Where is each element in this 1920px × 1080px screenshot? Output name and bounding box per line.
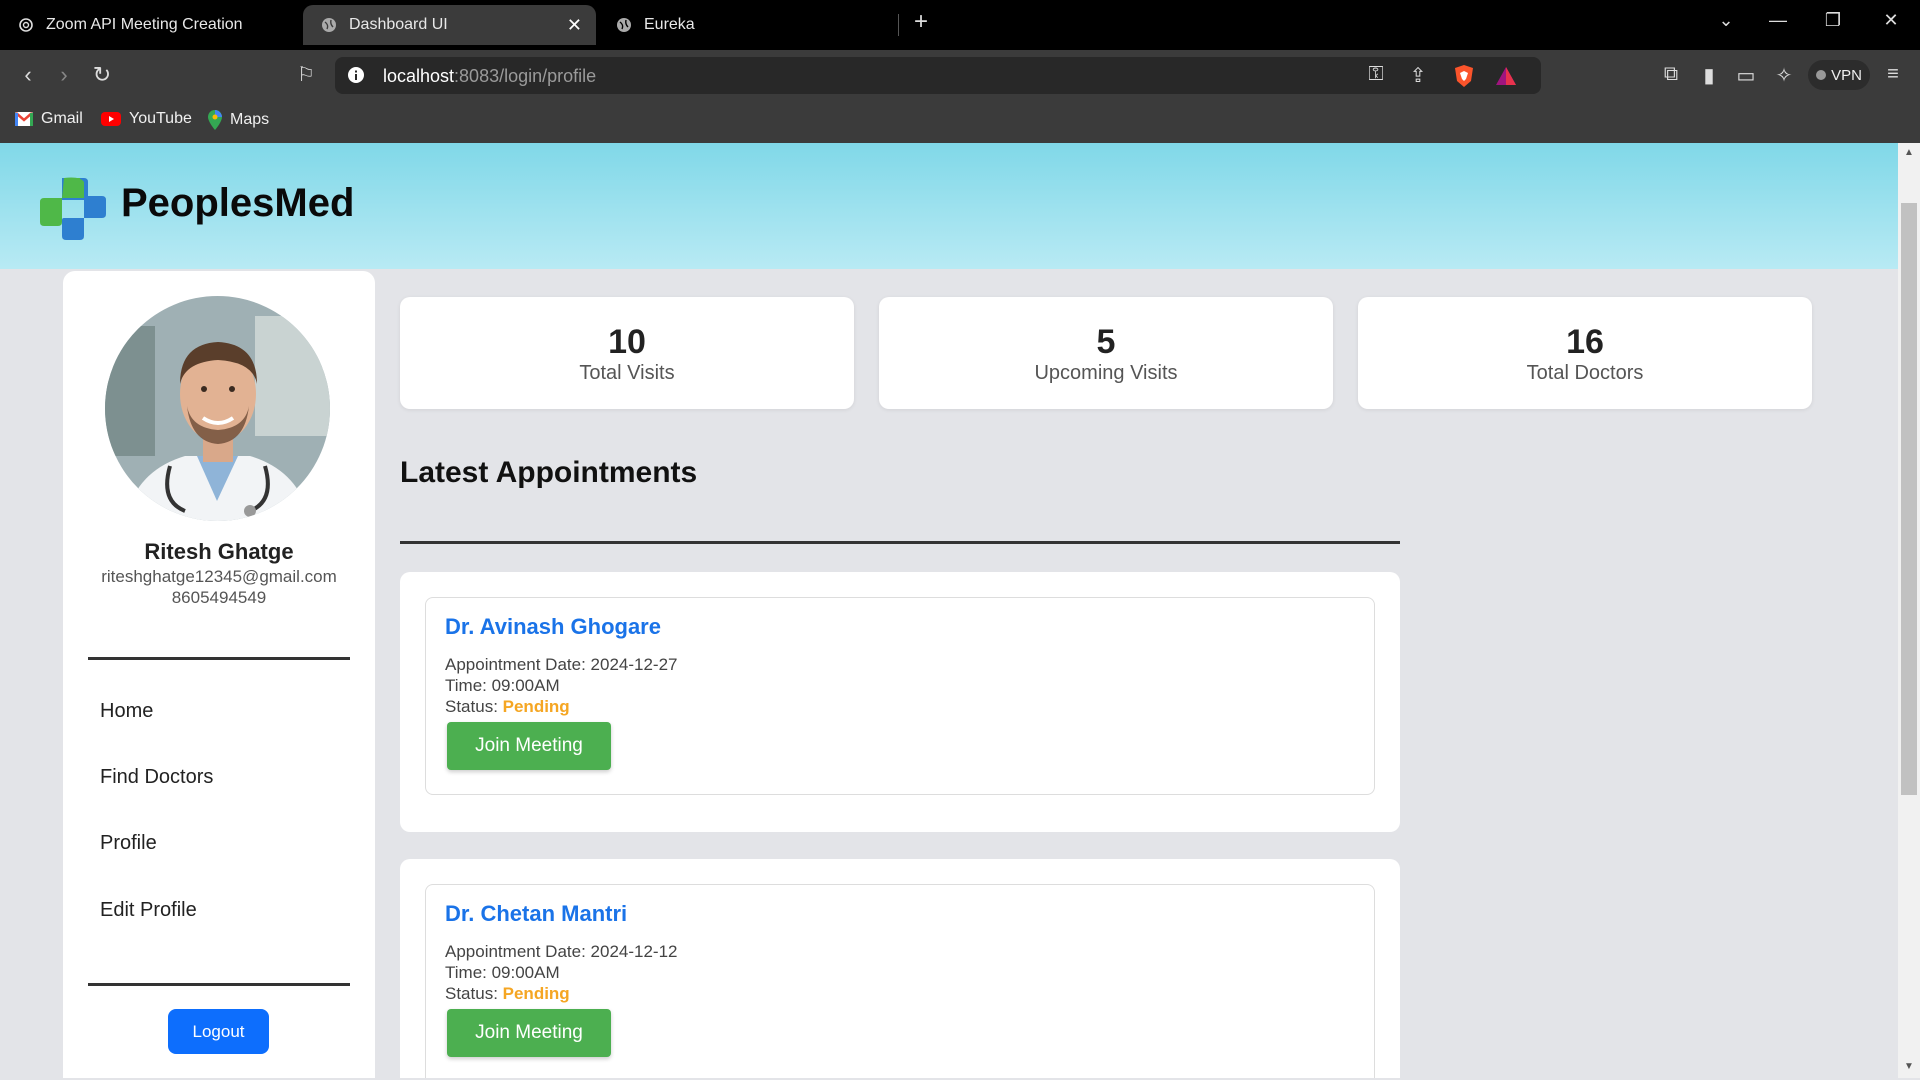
appointment-details: Dr. Chetan Mantri Appointment Date: 2024…	[425, 884, 1375, 1078]
stat-label: Total Visits	[579, 362, 675, 384]
doctor-name[interactable]: Dr. Chetan Mantri	[445, 901, 627, 927]
share-icon[interactable]: ⇪	[1405, 63, 1431, 88]
close-window-icon[interactable]: ✕	[1876, 10, 1906, 31]
tab-separator	[898, 14, 899, 36]
section-title: Latest Appointments	[400, 456, 698, 489]
join-meeting-button[interactable]: Join Meeting	[447, 1009, 611, 1057]
leo-ai-icon[interactable]: ✧	[1771, 63, 1797, 88]
doctor-name[interactable]: Dr. Avinash Ghogare	[445, 614, 661, 640]
url-host: localhost	[383, 66, 455, 86]
extensions-icon[interactable]: ⧉	[1658, 63, 1684, 86]
appointment-details: Dr. Avinash Ghogare Appointment Date: 20…	[425, 597, 1375, 795]
user-email: riteshghatge12345@gmail.com	[101, 567, 337, 586]
openai-icon	[19, 18, 33, 32]
sidebar-item-edit-profile[interactable]: Edit Profile	[100, 899, 197, 922]
section-divider	[400, 541, 1400, 544]
stat-value: 10	[608, 323, 646, 361]
bookmark-label: Gmail	[41, 110, 83, 127]
doctor-portrait-image	[105, 296, 330, 521]
tab-search-chevron-icon[interactable]: ⌄	[1711, 10, 1741, 31]
globe-icon	[617, 18, 631, 32]
appointment-date: Appointment Date: 2024-12-12	[445, 942, 678, 961]
scroll-up-arrow-icon[interactable]: ▲	[1898, 147, 1920, 158]
bookmark-label: YouTube	[129, 110, 192, 127]
reload-icon[interactable]: ↻	[88, 63, 116, 87]
tab-title: Dashboard UI	[349, 16, 448, 33]
scrollbar-thumb[interactable]	[1901, 203, 1917, 795]
bookmark-icon[interactable]: ⚐	[292, 63, 320, 87]
stat-label: Upcoming Visits	[1034, 362, 1178, 384]
address-bar[interactable]: localhost:8083/login/profile ⚿ ⇪	[335, 57, 1541, 94]
user-phone: 8605494549	[171, 588, 267, 607]
user-name: Ritesh Ghatge	[144, 539, 294, 564]
tab-eureka[interactable]: Eureka	[598, 5, 898, 45]
bookmark-gmail[interactable]: Gmail	[15, 110, 83, 128]
maps-icon	[208, 110, 222, 130]
tab-zoom-api[interactable]: Zoom API Meeting Creation	[0, 5, 300, 45]
new-tab-icon[interactable]: +	[906, 8, 936, 36]
page-viewport: PeoplesMed Ritesh Ghatge riteshghatge123…	[0, 143, 1898, 1078]
appointment-time: Time: 09:00AM	[445, 963, 560, 982]
status-label: Status:	[445, 697, 503, 716]
restore-icon[interactable]: ❐	[1818, 10, 1848, 31]
sidebar-item-home[interactable]: Home	[100, 700, 153, 723]
status-label: Status:	[445, 984, 503, 1003]
peoplesmed-logo-icon	[40, 177, 106, 240]
brand-name[interactable]: PeoplesMed	[121, 181, 354, 226]
close-tab-icon[interactable]: ✕	[567, 15, 582, 36]
globe-icon	[322, 18, 336, 32]
tab-title: Eureka	[644, 16, 695, 33]
url-path: :8083/login/profile	[454, 66, 597, 86]
page-scrollbar[interactable]: ▲ ▼	[1898, 143, 1920, 1078]
status-badge: Pending	[502, 984, 570, 1003]
tab-title: Zoom API Meeting Creation	[46, 16, 243, 33]
browser-tab-bar: Zoom API Meeting Creation Dashboard UI ✕…	[0, 0, 1920, 50]
vpn-label: VPN	[1831, 66, 1862, 84]
sidebar-divider-top	[88, 657, 350, 660]
avatar	[105, 296, 330, 521]
stat-card-total-doctors: 16 Total Doctors	[1358, 297, 1812, 409]
gmail-icon	[15, 112, 33, 126]
bookmarks-bar: Gmail YouTube Maps	[0, 100, 1920, 143]
sidebar-item-profile[interactable]: Profile	[100, 832, 157, 855]
status-badge: Pending	[502, 697, 570, 716]
profile-sidebar: Ritesh Ghatge riteshghatge12345@gmail.co…	[63, 271, 375, 1078]
brave-shield-icon[interactable]	[1453, 64, 1475, 88]
browser-toolbar: ‹ › ↻ ⚐ localhost:8083/login/profile ⚿ ⇪…	[0, 50, 1920, 100]
appointment-card: Dr. Chetan Mantri Appointment Date: 2024…	[400, 859, 1400, 1078]
forward-icon[interactable]: ›	[50, 63, 78, 87]
youtube-icon	[101, 112, 121, 126]
stat-value: 16	[1566, 323, 1604, 361]
tab-dashboard-ui[interactable]: Dashboard UI ✕	[303, 5, 596, 45]
minimize-icon[interactable]: —	[1763, 10, 1793, 31]
logout-button[interactable]: Logout	[168, 1009, 269, 1054]
bookmark-label: Maps	[230, 111, 270, 128]
sidebar-icon[interactable]: ▮	[1696, 63, 1722, 88]
stat-card-upcoming-visits: 5 Upcoming Visits	[879, 297, 1333, 409]
wallet-icon[interactable]: ▭	[1733, 63, 1759, 88]
vpn-status-icon	[1816, 70, 1827, 80]
sidebar-divider-bottom	[88, 983, 350, 986]
menu-icon[interactable]: ≡	[1880, 63, 1906, 86]
scroll-down-arrow-icon[interactable]: ▼	[1898, 1061, 1920, 1072]
join-meeting-button[interactable]: Join Meeting	[447, 722, 611, 770]
brave-rewards-icon[interactable]	[1494, 65, 1518, 87]
vpn-button[interactable]: VPN	[1808, 60, 1870, 90]
back-icon[interactable]: ‹	[14, 63, 42, 87]
key-icon[interactable]: ⚿	[1363, 63, 1389, 86]
site-info-icon[interactable]	[347, 66, 365, 84]
appointment-time: Time: 09:00AM	[445, 676, 560, 695]
url-text: localhost:8083/login/profile	[383, 66, 596, 87]
appointment-status: Status: Pending	[445, 697, 570, 717]
stat-card-total-visits: 10 Total Visits	[400, 297, 854, 409]
sidebar-item-find-doctors[interactable]: Find Doctors	[100, 766, 213, 789]
appointment-card: Dr. Avinash Ghogare Appointment Date: 20…	[400, 572, 1400, 832]
app-header: PeoplesMed	[0, 143, 1898, 269]
appointment-date: Appointment Date: 2024-12-27	[445, 655, 678, 674]
stat-label: Total Doctors	[1526, 362, 1644, 384]
bookmark-maps[interactable]: Maps	[208, 110, 269, 130]
stat-value: 5	[1096, 323, 1116, 361]
appointment-status: Status: Pending	[445, 984, 570, 1004]
bookmark-youtube[interactable]: YouTube	[101, 110, 192, 128]
